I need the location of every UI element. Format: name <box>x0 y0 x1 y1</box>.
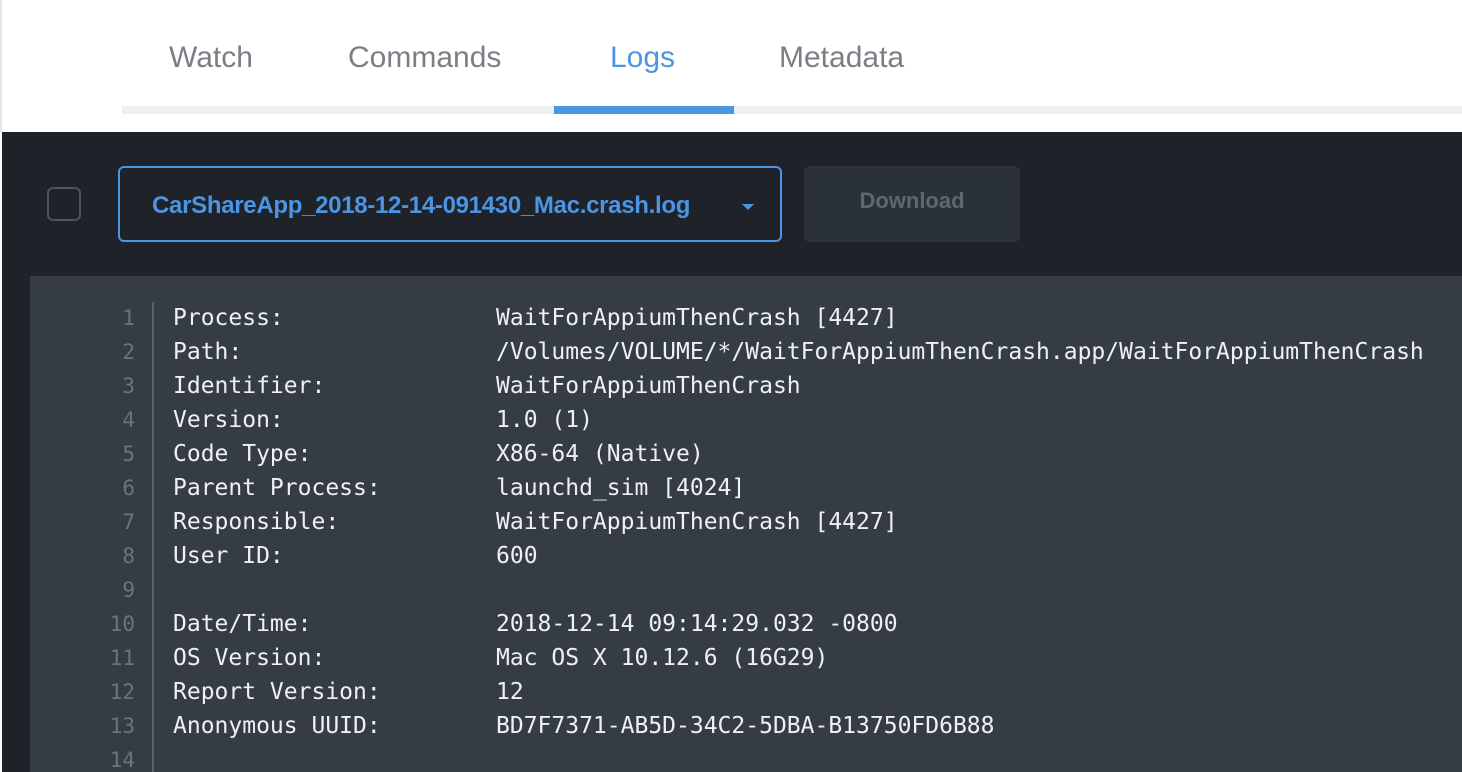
line-number: 8 <box>122 544 135 568</box>
log-value: Mac OS X 10.12.6 (16G29) <box>496 645 829 671</box>
line-number: 5 <box>122 442 135 466</box>
log-value: 600 <box>496 543 538 569</box>
line-number: 3 <box>122 374 135 398</box>
log-line: 12 Report Version: 12 <box>30 675 1462 709</box>
log-value: 12 <box>496 679 524 705</box>
log-line: 10 Date/Time: 2018-12-14 09:14:29.032 -080… <box>30 607 1462 641</box>
log-line: 3 Identifier: WaitForAppiumThenCrash <box>30 369 1462 403</box>
log-key: Date/Time: <box>173 611 312 637</box>
logs-panel: CarShareApp_2018-12-14-091430_Mac.crash.… <box>2 132 1462 772</box>
log-line: 7 Responsible: WaitForAppiumThenCrash [442… <box>30 505 1462 539</box>
tab-rail <box>122 106 1462 114</box>
active-tab-indicator <box>554 106 734 114</box>
line-number: 12 <box>109 680 135 704</box>
line-number: 7 <box>122 510 135 534</box>
tab-commands[interactable]: Commands <box>348 38 501 78</box>
tab-watch[interactable]: Watch <box>169 38 253 78</box>
log-value: WaitForAppiumThenCrash <box>496 373 801 399</box>
line-number: 13 <box>109 714 135 738</box>
line-number: 2 <box>122 340 135 364</box>
log-file-select[interactable]: CarShareApp_2018-12-14-091430_Mac.crash.… <box>118 166 782 242</box>
log-key: Process: <box>173 305 284 331</box>
selected-log-file: CarShareApp_2018-12-14-091430_Mac.crash.… <box>152 192 691 219</box>
log-line: 9 <box>30 573 1462 607</box>
line-number: 1 <box>122 306 135 330</box>
log-line: 11 OS Version: Mac OS X 10.12.6 (16G29) <box>30 641 1462 675</box>
log-value: X86-64 (Native) <box>496 441 704 467</box>
line-number: 10 <box>109 612 135 636</box>
log-value: launchd_sim [4024] <box>496 475 746 501</box>
log-value: BD7F7371-AB5D-34C2-5DBA-B13750FD6B88 <box>496 713 995 739</box>
log-key: Anonymous UUID: <box>173 713 381 739</box>
log-key: Report Version: <box>173 679 381 705</box>
log-line: 2 Path: /Volumes/VOLUME/*/WaitForAppiumThe… <box>30 335 1462 369</box>
select-all-checkbox[interactable] <box>47 187 81 221</box>
log-viewer[interactable]: 1 Process: WaitForAppiumThenCrash [4427] 2 P… <box>30 276 1462 772</box>
line-number: 11 <box>109 646 135 670</box>
log-key: OS Version: <box>173 645 326 671</box>
log-value: WaitForAppiumThenCrash [4427] <box>496 305 898 331</box>
log-key: User ID: <box>173 543 284 569</box>
log-value: WaitForAppiumThenCrash [4427] <box>496 509 898 535</box>
log-value: 2018-12-14 09:14:29.032 -0800 <box>496 611 898 637</box>
log-key: Path: <box>173 339 243 365</box>
log-lines: 1 Process: WaitForAppiumThenCrash [4427] 2 P… <box>30 301 1462 772</box>
log-line: 4 Version: 1.0 (1) <box>30 403 1462 437</box>
log-key: Code Type: <box>173 441 312 467</box>
tab-logs[interactable]: Logs <box>610 38 675 78</box>
log-key: Parent Process: <box>173 475 381 501</box>
log-value: /Volumes/VOLUME/*/WaitForAppiumThenCrash… <box>496 339 1424 365</box>
line-number: 14 <box>109 748 135 772</box>
log-line: 5 Code Type: X86-64 (Native) <box>30 437 1462 471</box>
log-line: 6 Parent Process: launchd_sim [4024] <box>30 471 1462 505</box>
chevron-down-icon <box>742 204 754 210</box>
log-line: 8 User ID: 600 <box>30 539 1462 573</box>
log-value: 1.0 (1) <box>496 407 593 433</box>
log-key: Version: <box>173 407 284 433</box>
log-line: 1 Process: WaitForAppiumThenCrash [4427] <box>30 301 1462 335</box>
line-number: 9 <box>122 578 135 602</box>
line-number: 6 <box>122 476 135 500</box>
line-number: 4 <box>122 408 135 432</box>
log-line: 13 Anonymous UUID: BD7F7371-AB5D-34C2-5DBA… <box>30 709 1462 743</box>
log-line: 14 <box>30 743 1462 772</box>
tab-bar: Watch Commands Logs Metadata <box>0 0 1462 132</box>
download-button[interactable]: Download <box>804 166 1020 242</box>
tab-metadata[interactable]: Metadata <box>779 38 904 78</box>
log-key: Identifier: <box>173 373 326 399</box>
log-key: Responsible: <box>173 509 340 535</box>
